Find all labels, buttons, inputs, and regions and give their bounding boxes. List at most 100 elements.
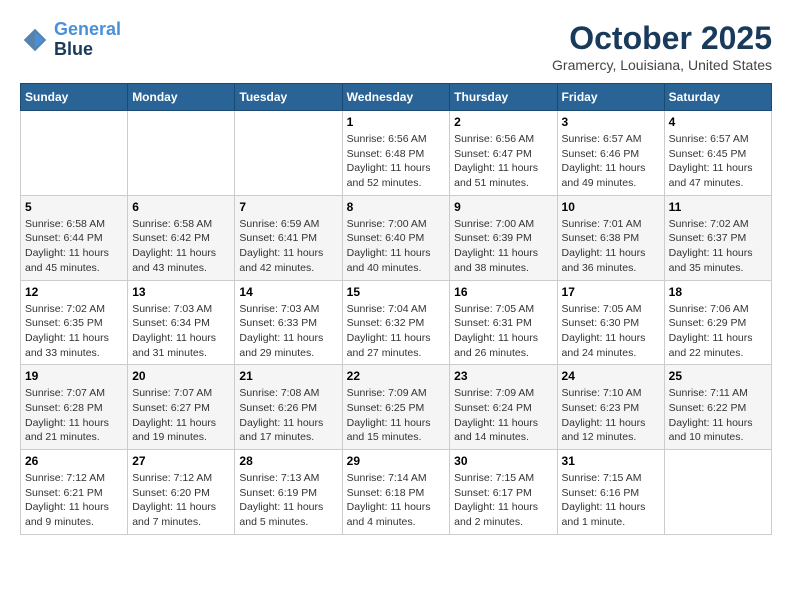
day-number: 6 [132, 200, 230, 214]
day-number: 24 [562, 369, 660, 383]
calendar-cell [21, 111, 128, 196]
day-info: Sunrise: 6:59 AM Sunset: 6:41 PM Dayligh… [239, 217, 337, 276]
day-number: 23 [454, 369, 552, 383]
day-info: Sunrise: 7:14 AM Sunset: 6:18 PM Dayligh… [347, 471, 446, 530]
calendar-cell: 20 Sunrise: 7:07 AM Sunset: 6:27 PM Dayli… [128, 365, 235, 450]
calendar-cell: 21Sunrise: 7:08 AM Sunset: 6:26 PM Dayli… [235, 365, 342, 450]
day-number: 22 [347, 369, 446, 383]
day-info: Sunrise: 7:07 AM Sunset: 6:28 PM Dayligh… [25, 386, 123, 445]
weekday-header: Tuesday [235, 84, 342, 111]
day-number: 3 [562, 115, 660, 129]
day-info: Sunrise: 7:03 AM Sunset: 6:33 PM Dayligh… [239, 302, 337, 361]
day-info: Sunrise: 6:56 AM Sunset: 6:47 PM Dayligh… [454, 132, 552, 191]
title-area: October 2025 Gramercy, Louisiana, United… [552, 20, 772, 73]
day-number: 8 [347, 200, 446, 214]
day-number: 5 [25, 200, 123, 214]
day-number: 19 [25, 369, 123, 383]
calendar-cell [235, 111, 342, 196]
day-info: Sunrise: 7:00 AM Sunset: 6:40 PM Dayligh… [347, 217, 446, 276]
weekday-header: Thursday [450, 84, 557, 111]
day-info: Sunrise: 7:12 AM Sunset: 6:20 PM Dayligh… [132, 471, 230, 530]
day-number: 7 [239, 200, 337, 214]
calendar-cell: 26Sunrise: 7:12 AM Sunset: 6:21 PM Dayli… [21, 450, 128, 535]
day-number: 4 [669, 115, 767, 129]
month-title: October 2025 [552, 20, 772, 57]
day-info: Sunrise: 7:05 AM Sunset: 6:31 PM Dayligh… [454, 302, 552, 361]
weekday-header: Saturday [664, 84, 771, 111]
calendar-cell: 27Sunrise: 7:12 AM Sunset: 6:20 PM Dayli… [128, 450, 235, 535]
day-info: Sunrise: 7:00 AM Sunset: 6:39 PM Dayligh… [454, 217, 552, 276]
day-info: Sunrise: 7:12 AM Sunset: 6:21 PM Dayligh… [25, 471, 123, 530]
day-info: Sunrise: 7:06 AM Sunset: 6:29 PM Dayligh… [669, 302, 767, 361]
calendar-cell: 12 Sunrise: 7:02 AM Sunset: 6:35 PM Dayli… [21, 280, 128, 365]
calendar-cell: 19 Sunrise: 7:07 AM Sunset: 6:28 PM Dayli… [21, 365, 128, 450]
day-number: 28 [239, 454, 337, 468]
day-info: Sunrise: 7:05 AM Sunset: 6:30 PM Dayligh… [562, 302, 660, 361]
day-info: Sunrise: 7:08 AM Sunset: 6:26 PM Dayligh… [239, 386, 337, 445]
logo-icon [20, 25, 50, 55]
weekday-header: Monday [128, 84, 235, 111]
day-info: Sunrise: 7:11 AM Sunset: 6:22 PM Dayligh… [669, 386, 767, 445]
day-info: Sunrise: 7:09 AM Sunset: 6:24 PM Dayligh… [454, 386, 552, 445]
calendar-week-row: 26Sunrise: 7:12 AM Sunset: 6:21 PM Dayli… [21, 450, 772, 535]
calendar-cell: 11 Sunrise: 7:02 AM Sunset: 6:37 PM Dayli… [664, 195, 771, 280]
day-number: 10 [562, 200, 660, 214]
calendar-cell: 17 Sunrise: 7:05 AM Sunset: 6:30 PM Dayli… [557, 280, 664, 365]
calendar-cell: 31 Sunrise: 7:15 AM Sunset: 6:16 PM Dayli… [557, 450, 664, 535]
calendar-cell: 15Sunrise: 7:04 AM Sunset: 6:32 PM Dayli… [342, 280, 450, 365]
day-number: 25 [669, 369, 767, 383]
calendar-body: 1 Sunrise: 6:56 AM Sunset: 6:48 PM Daylig… [21, 111, 772, 535]
calendar-week-row: 5 Sunrise: 6:58 AM Sunset: 6:44 PM Daylig… [21, 195, 772, 280]
calendar-week-row: 1 Sunrise: 6:56 AM Sunset: 6:48 PM Daylig… [21, 111, 772, 196]
day-info: Sunrise: 7:01 AM Sunset: 6:38 PM Dayligh… [562, 217, 660, 276]
logo: General Blue [20, 20, 121, 60]
calendar-cell [128, 111, 235, 196]
calendar-cell: 6 Sunrise: 6:58 AM Sunset: 6:42 PM Daylig… [128, 195, 235, 280]
day-info: Sunrise: 6:58 AM Sunset: 6:42 PM Dayligh… [132, 217, 230, 276]
calendar-cell: 14 Sunrise: 7:03 AM Sunset: 6:33 PM Dayli… [235, 280, 342, 365]
day-number: 30 [454, 454, 552, 468]
calendar-cell: 29 Sunrise: 7:14 AM Sunset: 6:18 PM Dayli… [342, 450, 450, 535]
day-number: 17 [562, 285, 660, 299]
day-number: 11 [669, 200, 767, 214]
day-info: Sunrise: 7:04 AM Sunset: 6:32 PM Dayligh… [347, 302, 446, 361]
calendar-cell: 18 Sunrise: 7:06 AM Sunset: 6:29 PM Dayli… [664, 280, 771, 365]
day-number: 12 [25, 285, 123, 299]
calendar-cell [664, 450, 771, 535]
logo-text: General Blue [54, 20, 121, 60]
day-info: Sunrise: 6:56 AM Sunset: 6:48 PM Dayligh… [347, 132, 446, 191]
day-number: 18 [669, 285, 767, 299]
day-number: 2 [454, 115, 552, 129]
day-number: 31 [562, 454, 660, 468]
day-info: Sunrise: 7:15 AM Sunset: 6:17 PM Dayligh… [454, 471, 552, 530]
page-header: General Blue October 2025 Gramercy, Loui… [20, 20, 772, 73]
day-info: Sunrise: 7:13 AM Sunset: 6:19 PM Dayligh… [239, 471, 337, 530]
day-number: 13 [132, 285, 230, 299]
calendar-cell: 13Sunrise: 7:03 AM Sunset: 6:34 PM Dayli… [128, 280, 235, 365]
calendar-cell: 16Sunrise: 7:05 AM Sunset: 6:31 PM Dayli… [450, 280, 557, 365]
calendar-cell: 1 Sunrise: 6:56 AM Sunset: 6:48 PM Daylig… [342, 111, 450, 196]
day-number: 9 [454, 200, 552, 214]
day-info: Sunrise: 7:02 AM Sunset: 6:35 PM Dayligh… [25, 302, 123, 361]
day-info: Sunrise: 7:07 AM Sunset: 6:27 PM Dayligh… [132, 386, 230, 445]
day-info: Sunrise: 6:57 AM Sunset: 6:46 PM Dayligh… [562, 132, 660, 191]
day-number: 14 [239, 285, 337, 299]
day-info: Sunrise: 7:10 AM Sunset: 6:23 PM Dayligh… [562, 386, 660, 445]
calendar-cell: 5 Sunrise: 6:58 AM Sunset: 6:44 PM Daylig… [21, 195, 128, 280]
day-info: Sunrise: 6:57 AM Sunset: 6:45 PM Dayligh… [669, 132, 767, 191]
calendar-cell: 3 Sunrise: 6:57 AM Sunset: 6:46 PM Daylig… [557, 111, 664, 196]
calendar-cell: 10 Sunrise: 7:01 AM Sunset: 6:38 PM Dayli… [557, 195, 664, 280]
calendar-cell: 30 Sunrise: 7:15 AM Sunset: 6:17 PM Dayli… [450, 450, 557, 535]
day-info: Sunrise: 7:15 AM Sunset: 6:16 PM Dayligh… [562, 471, 660, 530]
day-info: Sunrise: 7:02 AM Sunset: 6:37 PM Dayligh… [669, 217, 767, 276]
calendar-header: SundayMondayTuesdayWednesdayThursdayFrid… [21, 84, 772, 111]
calendar-cell: 4 Sunrise: 6:57 AM Sunset: 6:45 PM Daylig… [664, 111, 771, 196]
calendar-cell: 25 Sunrise: 7:11 AM Sunset: 6:22 PM Dayli… [664, 365, 771, 450]
day-number: 20 [132, 369, 230, 383]
calendar-table: SundayMondayTuesdayWednesdayThursdayFrid… [20, 83, 772, 535]
day-number: 1 [347, 115, 446, 129]
calendar-week-row: 12 Sunrise: 7:02 AM Sunset: 6:35 PM Dayli… [21, 280, 772, 365]
day-info: Sunrise: 7:09 AM Sunset: 6:25 PM Dayligh… [347, 386, 446, 445]
day-number: 29 [347, 454, 446, 468]
day-info: Sunrise: 6:58 AM Sunset: 6:44 PM Dayligh… [25, 217, 123, 276]
